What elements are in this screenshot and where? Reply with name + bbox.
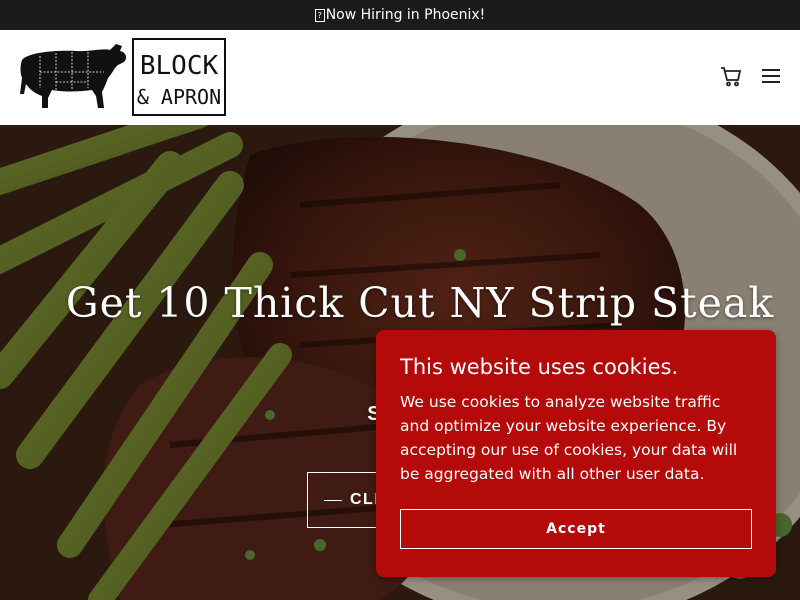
hero-title: Get 10 Thick Cut NY Strip Steak bbox=[65, 279, 775, 327]
site-logo[interactable]: BLOCK & APRON bbox=[18, 38, 228, 120]
site-header: BLOCK & APRON bbox=[0, 30, 800, 125]
accept-cookies-button[interactable]: Accept bbox=[400, 509, 752, 549]
announcement-bar[interactable]: ? Now Hiring in Phoenix! bbox=[0, 0, 800, 30]
hamburger-menu-icon[interactable] bbox=[760, 65, 782, 87]
cookie-banner: This website uses cookies. We use cookie… bbox=[376, 330, 776, 577]
dash-icon bbox=[324, 499, 342, 501]
unknown-glyph-icon: ? bbox=[314, 8, 325, 22]
announcement-text: Now Hiring in Phoenix! bbox=[325, 7, 486, 23]
cookie-title: This website uses cookies. bbox=[400, 355, 679, 379]
cookie-body: We use cookies to analyze website traffi… bbox=[400, 393, 738, 483]
logo-line2: & APRON bbox=[137, 85, 221, 109]
logo-line1: BLOCK bbox=[140, 51, 219, 81]
cart-icon[interactable] bbox=[720, 65, 742, 87]
cow-butcher-chart-icon: BLOCK & APRON bbox=[20, 38, 226, 116]
